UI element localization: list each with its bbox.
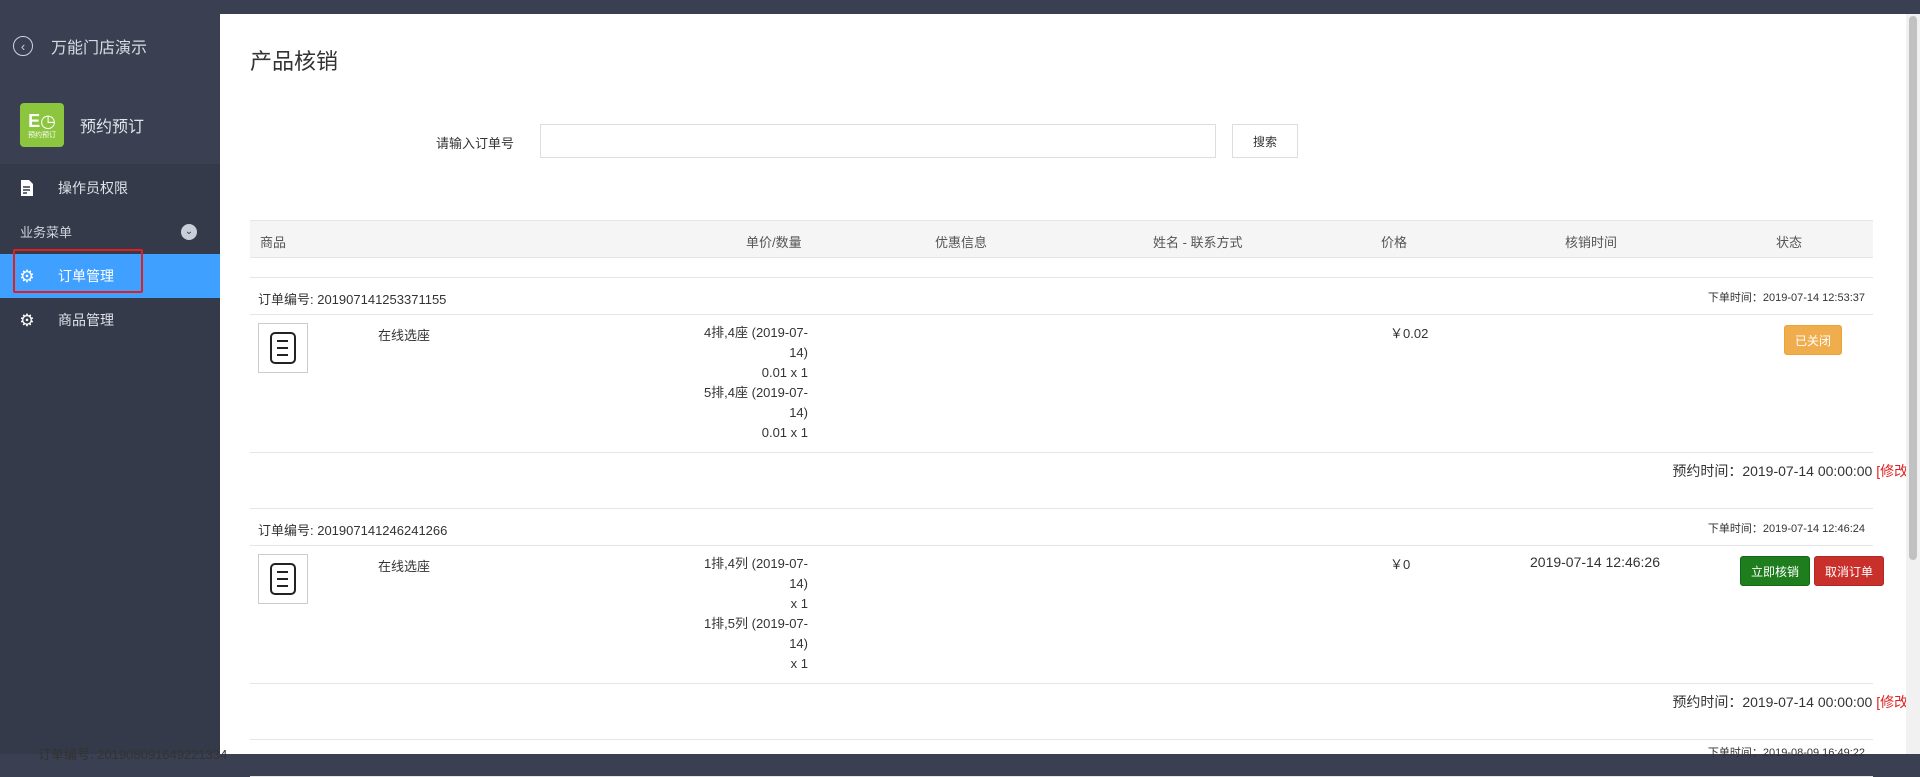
spec-line: 5排,4座 (2019-07- (703, 385, 808, 400)
status-closed-badge: 已关闭 (1784, 325, 1842, 355)
back-arrow-icon[interactable]: ‹ (13, 36, 33, 56)
sidebar-item-product-management[interactable]: ⚙ 商品管理 (0, 298, 220, 342)
document-edit-icon (18, 179, 36, 197)
table-row: 在线选座 1排,4列 (2019-07- 14) x 1 1排,5列 (2019… (250, 546, 1884, 684)
order-number: 订单编号: 201907141253371155 (258, 292, 447, 307)
table-header: 商品 单价/数量 优惠信息 姓名 - 联系方式 价格 核销时间 状态 (250, 220, 1873, 258)
spec-line: 14) (789, 345, 808, 360)
section-label-business-menu: 业务菜单 (20, 225, 73, 240)
sidebar-item-label: 商品管理 (58, 312, 114, 328)
booking-time-value: 2019-07-14 00:00:00 (1742, 463, 1873, 479)
spec-line: 14) (789, 576, 808, 591)
order-number: 订单编号: 201907141246241266 (258, 523, 448, 538)
order-number-search-input[interactable] (540, 124, 1216, 158)
cancel-order-button[interactable]: 取消订单 (1814, 556, 1884, 586)
document-icon (270, 563, 296, 595)
top-bar (0, 0, 1920, 14)
column-header-status: 状态 (1776, 235, 1803, 250)
document-icon (270, 332, 296, 364)
back-link[interactable]: ‹ 万能门店演示 (13, 34, 147, 58)
scrollbar-thumb[interactable] (1909, 16, 1917, 560)
booking-time-value: 2019-07-14 00:00:00 (1742, 694, 1873, 710)
sidebar-item-operator-permissions[interactable]: 操作员权限 (0, 166, 220, 210)
spec-line: 0.01 x 1 (761, 365, 808, 380)
app-header: E◷ 预约预订 预约预订 (0, 86, 220, 164)
spec-line: 1排,5列 (2019-07- (703, 616, 808, 631)
spec-line: 14) (789, 636, 808, 651)
spec-line: 1排,4列 (2019-07- (703, 556, 808, 571)
main-content: 产品核销 请输入订单号 搜索 商品 单价/数量 优惠信息 姓名 - 联系方式 价… (220, 14, 1920, 777)
unit-price-quantity: 1排,4列 (2019-07- 14) x 1 1排,5列 (2019-07- … (658, 554, 808, 674)
sidebar-item-label: 操作员权限 (58, 180, 128, 196)
verify-now-button[interactable]: 立即核销 (1740, 556, 1810, 586)
search-label: 请输入订单号 (436, 136, 515, 151)
order-header: 订单编号: 201907141246241266 下单时间：2019-07-14… (250, 508, 1873, 546)
column-header-price: 价格 (1381, 235, 1408, 250)
product-thumbnail (258, 323, 308, 373)
column-header-verify-time: 核销时间 (1565, 235, 1618, 250)
sidebar: ‹ 万能门店演示 E◷ 预约预订 预约预订 操作员权限 业务菜单 ⌄ ⚙ 订单管… (0, 0, 220, 754)
column-header-unit-price-qty: 单价/数量 (746, 235, 802, 250)
chevron-down-icon[interactable]: ⌄ (181, 224, 197, 240)
order-time: 下单时间：2019-08-09 16:49:22 (1707, 747, 1865, 759)
order-header: 订单编号: 201907141253371155 下单时间：2019-07-14… (250, 277, 1873, 315)
table-row: 在线选座 4排,4座 (2019-07- 14) 0.01 x 1 5排,4座 … (250, 315, 1873, 453)
order-price: ￥0.02 (1390, 326, 1429, 341)
spec-line: 14) (789, 405, 808, 420)
booking-label: 预约时间： (1672, 694, 1743, 710)
order-price: ￥0 (1390, 557, 1411, 572)
vertical-scrollbar[interactable] (1906, 14, 1920, 754)
booking-label: 预约时间： (1672, 463, 1743, 479)
booking-time: 预约时间：2019-07-14 00:00:00 [修改] (1672, 692, 1912, 712)
spec-line: 4排,4座 (2019-07- (703, 325, 808, 340)
page-title: 产品核销 (250, 49, 339, 74)
spec-line: 0.01 x 1 (761, 425, 808, 440)
calendar-icon: E◷ (28, 110, 56, 131)
column-header-product: 商品 (260, 235, 287, 250)
product-name: 在线选座 (378, 328, 431, 343)
column-header-name-contact: 姓名 - 联系方式 (1153, 235, 1243, 250)
verify-time: 2019-07-14 12:46:26 (1530, 554, 1660, 570)
spec-line: x 1 (790, 596, 808, 611)
search-button[interactable]: 搜索 (1232, 124, 1298, 158)
app-icon-caption: 预约预订 (28, 131, 56, 139)
app-name: 预约预订 (80, 119, 145, 136)
annotation-highlight-box (13, 249, 143, 293)
order-time: 下单时间：2019-07-14 12:46:24 (1707, 523, 1865, 535)
product-name: 在线选座 (378, 559, 431, 574)
order-time: 下单时间：2019-07-14 12:53:37 (1707, 292, 1865, 304)
gear-icon: ⚙ (19, 310, 35, 330)
store-name[interactable]: 万能门店演示 (51, 34, 147, 58)
unit-price-quantity: 4排,4座 (2019-07- 14) 0.01 x 1 5排,4座 (2019… (658, 323, 808, 443)
calendar-app-icon: E◷ 预约预订 (20, 103, 64, 147)
order-header (250, 739, 1873, 777)
spec-line: x 1 (790, 656, 808, 671)
column-header-discount: 优惠信息 (935, 235, 988, 250)
product-thumbnail (258, 554, 308, 604)
booking-time: 预约时间：2019-07-14 00:00:00 [修改] (1672, 461, 1912, 481)
